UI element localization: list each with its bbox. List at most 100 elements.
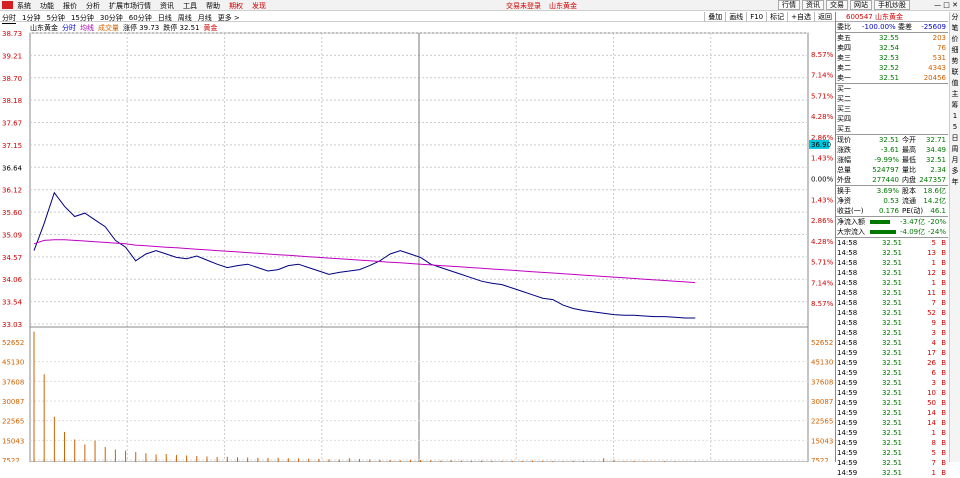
top-button-1[interactable]: 资讯 (802, 0, 824, 10)
ask-price: 32.54 (878, 44, 899, 52)
window-controls[interactable]: — □ ✕ (934, 1, 958, 9)
intraday-chart[interactable]: 38.73 39.21 38.70 38.18 37.67 37.15 36.64 36.12… (0, 22, 835, 462)
side-tool-1[interactable]: 笔 (950, 23, 960, 34)
info-avg: 均线 (80, 24, 94, 32)
price-tick-label: 37.67 (2, 120, 22, 128)
stat-value: 34.49 (925, 146, 946, 154)
stat-value: 2.34 (930, 166, 946, 174)
side-tool-12[interactable]: 周 (950, 144, 960, 155)
top-button-2[interactable]: 交易 (826, 0, 848, 10)
center-link-0[interactable]: 交易未登录 (506, 2, 541, 10)
ask-levels: 卖五 32.55 203 卖四 32.54 76 卖三 32.53 531 卖二 32.52 4343… (836, 32, 948, 83)
tick-time: 14:59 (837, 459, 858, 467)
chart-tool-1[interactable]: 画线 (725, 12, 746, 22)
side-tool-6[interactable]: 值 (950, 78, 960, 89)
tick-price: 32.51 (881, 319, 902, 327)
menu-item-1[interactable]: 功能 (40, 1, 54, 11)
tick-side: B (941, 439, 946, 447)
stat-row: 涨幅 -9.99% 最低 32.51 (836, 155, 948, 165)
tick-time: 14:59 (837, 429, 858, 437)
bid-row: 买三 (836, 104, 948, 114)
top-button-3[interactable]: 网站 (850, 0, 872, 10)
menu-item-6[interactable]: 工具 (183, 1, 197, 11)
chart-tool-3[interactable]: 标记 (766, 12, 787, 22)
tick-side: B (941, 389, 946, 397)
tick-row: 14:59 32.51 1 B (836, 468, 948, 478)
menu-item-3[interactable]: 分析 (86, 1, 100, 11)
top-button-4[interactable]: 手机炒股 (874, 0, 910, 10)
tick-price: 32.51 (881, 389, 902, 397)
volume-bar (84, 444, 86, 462)
volume-bar (145, 453, 147, 462)
menu-item-0[interactable]: 系统 (17, 1, 31, 11)
ask-label: 卖四 (837, 44, 851, 52)
tick-volume: 1 (931, 469, 936, 477)
menu-item-7[interactable]: 帮助 (206, 1, 220, 11)
tick-row: 14:58 32.51 7 B (836, 298, 948, 308)
top-button-0[interactable]: 行情 (778, 0, 800, 10)
menu-item-8[interactable]: 期权 (229, 1, 243, 11)
side-tool-11[interactable]: 日 (950, 133, 960, 144)
tick-row: 14:59 32.51 17 B (836, 348, 948, 358)
side-tool-10[interactable]: 5 (950, 122, 960, 133)
ask-volume: 203 (932, 34, 946, 42)
flow-value: -3.47亿 (900, 218, 926, 226)
price-tick-label: 34.06 (2, 276, 23, 284)
tick-price: 32.51 (881, 449, 902, 457)
side-tool-9[interactable]: 1 (950, 111, 960, 122)
side-tool-5[interactable]: 联 (950, 67, 960, 78)
pct-tick-label: 5.71% (811, 92, 834, 100)
chart-tool-2[interactable]: F10 (746, 12, 766, 22)
tick-volume: 12 (927, 269, 936, 277)
tick-volume: 52 (927, 309, 936, 317)
tick-side: B (941, 399, 946, 407)
stat-row: 总量 524797 量比 2.34 (836, 165, 948, 175)
chart-tool-0[interactable]: 叠加 (704, 12, 725, 22)
tick-row: 14:58 32.51 3 B (836, 328, 948, 338)
chart-tool-4[interactable]: +自选 (787, 12, 814, 22)
tick-volume: 1 (931, 279, 936, 287)
menu-item-2[interactable]: 报价 (63, 1, 77, 11)
ask-row: 卖二 32.52 4343 (836, 63, 948, 73)
avg-price-line (33, 239, 696, 284)
flow-pct: -24% (927, 228, 946, 236)
side-tool-2[interactable]: 价 (950, 34, 960, 45)
price-tick-label: 36.12 (2, 187, 22, 195)
tick-volume: 9 (931, 319, 936, 327)
bid-label: 买三 (837, 105, 851, 113)
info-limit-up: 涨停 39.73 (123, 24, 160, 32)
side-tool-0[interactable]: 分 (950, 12, 960, 23)
side-tool-13[interactable]: 月 (950, 155, 960, 166)
tick-price: 32.51 (881, 439, 902, 447)
pct-tick-label: 8.57% (811, 51, 834, 59)
flow-label: 净流入额 (837, 218, 865, 226)
ask-row: 卖四 32.54 76 (836, 43, 948, 53)
side-tool-8[interactable]: 筹 (950, 100, 960, 111)
side-tool-3[interactable]: 细 (950, 45, 960, 56)
side-tool-7[interactable]: 主 (950, 89, 960, 100)
menu-item-5[interactable]: 资讯 (160, 1, 174, 11)
tick-volume: 11 (927, 289, 936, 297)
bid-row: 买五 (836, 124, 948, 134)
tick-row: 14:59 32.51 26 B (836, 358, 948, 368)
quote-title: 600547 山东黄金 (836, 12, 948, 22)
side-tool-14[interactable]: 多 (950, 166, 960, 177)
tick-side: B (941, 449, 946, 457)
stat-value: 524797 (872, 166, 899, 174)
stat-row: 现价 32.51 今开 32.71 (836, 135, 948, 145)
ask-volume: 4343 (928, 64, 946, 72)
stock-code-name: 600547 山东黄金 (846, 13, 903, 21)
tick-row: 14:58 32.51 1 B (836, 258, 948, 268)
tick-list[interactable]: 14:58 32.51 5 B 14:58 32.51 13 B 14:58 32.51 1 B 14:… (836, 237, 948, 478)
tick-time: 14:58 (837, 259, 858, 267)
center-link-1[interactable]: 山东黄金 (549, 2, 577, 10)
stat-label: PE(动) (902, 207, 924, 215)
volume-bar (287, 458, 289, 462)
side-tool-15[interactable]: 年 (950, 177, 960, 188)
chart-tool-5[interactable]: 返回 (814, 12, 835, 22)
volume-bar (165, 453, 167, 462)
menu-item-4[interactable]: 扩展市场行情 (109, 1, 151, 11)
tick-side: B (941, 249, 946, 257)
side-tool-4[interactable]: 势 (950, 56, 960, 67)
menu-item-9[interactable]: 发现 (252, 1, 266, 11)
